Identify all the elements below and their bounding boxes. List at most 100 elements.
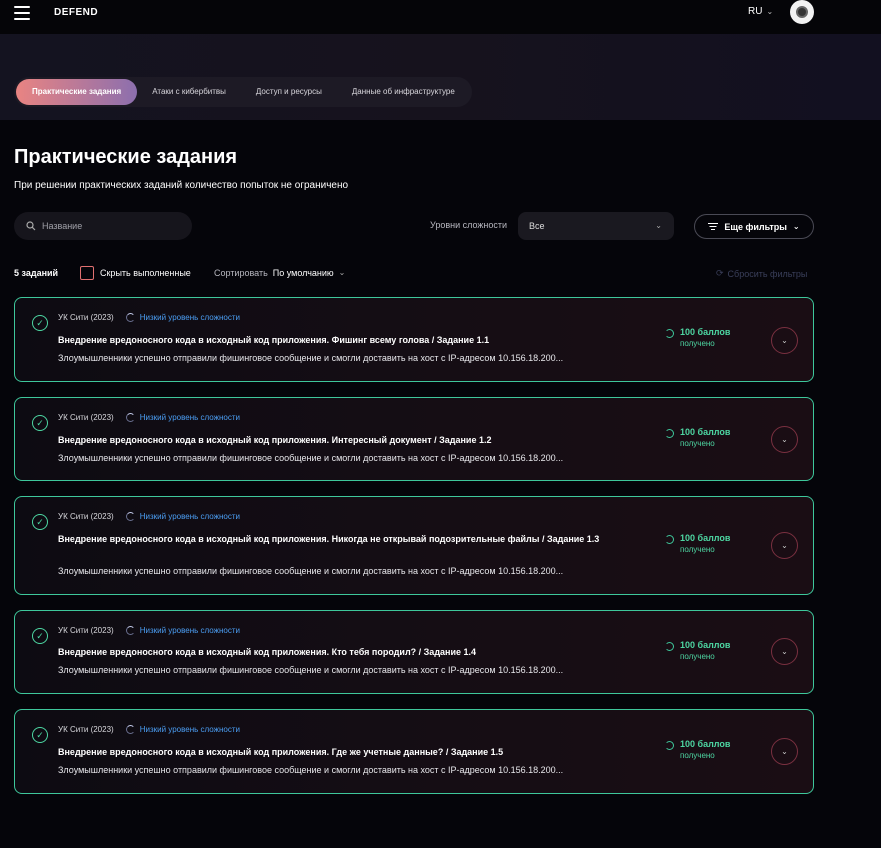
task-description: Злоумышленники успешно отправили фишинго… [58, 566, 564, 576]
task-card[interactable]: ✓ УК Сити (2023) Низкий уровень сложност… [14, 709, 814, 794]
task-difficulty: Низкий уровень сложности [125, 313, 240, 322]
difficulty-text: Низкий уровень сложности [139, 512, 240, 521]
difficulty-value: Все [529, 221, 545, 231]
chevron-down-icon: ⌄ [781, 541, 788, 550]
chevron-down-icon: ⌄ [781, 747, 788, 756]
difficulty-select[interactable]: Все ⌄ [518, 212, 674, 240]
check-circle-icon: ✓ [32, 628, 48, 644]
sort-control[interactable]: Сортировать По умолчанию ⌄ [214, 268, 345, 278]
skull-icon [796, 6, 808, 18]
task-points: 100 баллов [680, 427, 731, 437]
task-status: получено [680, 652, 715, 661]
chevron-down-icon: ⌄ [781, 336, 788, 345]
task-score: 100 баллов получено [665, 327, 730, 348]
page-title: Практические задания [14, 146, 238, 168]
task-card[interactable]: ✓ УК Сити (2023) Низкий уровень сложност… [14, 397, 814, 481]
expand-button[interactable]: ⌄ [771, 638, 798, 665]
difficulty-icon [125, 512, 135, 521]
tab-cyberbattle-attacks[interactable]: Атаки с кибербитвы [137, 79, 241, 105]
task-meta: УК Сити (2023) Низкий уровень сложности [58, 512, 240, 521]
chevron-down-icon: ⌄ [766, 7, 774, 16]
task-meta: УК Сити (2023) Низкий уровень сложности [58, 725, 240, 734]
hide-completed-toggle[interactable]: Скрыть выполненные [80, 266, 191, 280]
search-box[interactable] [14, 212, 192, 240]
task-title[interactable]: Внедрение вредоносного кода в исходный к… [58, 333, 658, 347]
tab-infrastructure-data[interactable]: Данные об инфраструктуре [337, 79, 470, 105]
task-score: 100 баллов получено [665, 533, 730, 554]
logo[interactable]: DEFEND [54, 7, 98, 18]
difficulty-icon [125, 413, 135, 422]
task-status: получено [680, 545, 715, 554]
score-icon [665, 741, 674, 750]
hide-completed-checkbox[interactable] [80, 266, 94, 280]
task-points: 100 баллов [680, 739, 731, 749]
task-score: 100 баллов получено [665, 427, 730, 448]
task-org: УК Сити (2023) [58, 313, 114, 322]
difficulty-text: Низкий уровень сложности [139, 313, 240, 322]
task-description: Злоумышленники успешно отправили фишинго… [58, 665, 564, 675]
task-points: 100 баллов [680, 640, 731, 650]
task-org: УК Сити (2023) [58, 512, 114, 521]
task-description: Злоумышленники успешно отправили фишинго… [58, 353, 564, 363]
more-filters-button[interactable]: Еще фильтры ⌄ [694, 214, 814, 239]
task-card[interactable]: ✓ УК Сити (2023) Низкий уровень сложност… [14, 297, 814, 382]
sort-value[interactable]: По умолчанию [273, 268, 334, 278]
difficulty-label: Уровни сложности [430, 220, 508, 230]
chevron-down-icon: ⌄ [792, 222, 800, 231]
task-difficulty: Низкий уровень сложности [125, 512, 240, 521]
tab-practical-tasks[interactable]: Практические задания [16, 79, 138, 105]
task-status: получено [680, 439, 715, 448]
score-icon [665, 642, 674, 651]
language-label: RU [748, 6, 763, 17]
task-score: 100 баллов получено [665, 640, 730, 661]
task-title[interactable]: Внедрение вредоносного кода в исходный к… [58, 745, 658, 759]
difficulty-icon [125, 626, 135, 635]
refresh-icon: ⟳ [716, 268, 724, 278]
score-icon [665, 429, 674, 438]
difficulty-text: Низкий уровень сложности [139, 626, 240, 635]
search-icon [26, 221, 36, 231]
task-title[interactable]: Внедрение вредоносного кода в исходный к… [58, 532, 658, 546]
expand-button[interactable]: ⌄ [771, 532, 798, 559]
task-org: УК Сити (2023) [58, 413, 114, 422]
task-card[interactable]: ✓ УК Сити (2023) Низкий уровень сложност… [14, 496, 814, 595]
task-difficulty: Низкий уровень сложности [125, 626, 240, 635]
chevron-down-icon: ⌄ [781, 435, 788, 444]
difficulty-text: Низкий уровень сложности [139, 725, 240, 734]
task-card[interactable]: ✓ УК Сити (2023) Низкий уровень сложност… [14, 610, 814, 694]
chevron-down-icon: ⌄ [655, 221, 662, 230]
task-difficulty: Низкий уровень сложности [125, 413, 240, 422]
difficulty-icon [125, 725, 135, 734]
task-org: УК Сити (2023) [58, 725, 114, 734]
search-input[interactable] [42, 221, 182, 231]
task-status: получено [680, 339, 715, 348]
task-title[interactable]: Внедрение вредоносного кода в исходный к… [58, 433, 658, 447]
tab-access-resources[interactable]: Доступ и ресурсы [241, 79, 337, 105]
difficulty-text: Низкий уровень сложности [139, 413, 240, 422]
task-title[interactable]: Внедрение вредоносного кода в исходный к… [58, 645, 658, 659]
score-icon [665, 329, 674, 338]
check-circle-icon: ✓ [32, 727, 48, 743]
more-filters-label: Еще фильтры [724, 221, 787, 232]
task-count: 5 заданий [14, 268, 59, 278]
expand-button[interactable]: ⌄ [771, 738, 798, 765]
task-meta: УК Сити (2023) Низкий уровень сложности [58, 413, 240, 422]
language-selector[interactable]: RU ⌄ [748, 6, 773, 17]
chevron-down-icon: ⌄ [781, 647, 788, 656]
page-subtitle: При решении практических заданий количес… [14, 180, 349, 191]
reset-filters-label: Сбросить фильтры [727, 268, 808, 279]
task-points: 100 баллов [680, 533, 731, 543]
task-description: Злоумышленники успешно отправили фишинго… [58, 765, 564, 775]
task-status: получено [680, 751, 715, 760]
filter-icon [708, 223, 719, 230]
expand-button[interactable]: ⌄ [771, 327, 798, 354]
menu-icon[interactable] [14, 6, 30, 20]
hide-completed-label: Скрыть выполненные [100, 268, 191, 278]
task-org: УК Сити (2023) [58, 626, 114, 635]
avatar[interactable] [790, 0, 814, 24]
score-icon [665, 535, 674, 544]
reset-filters-button[interactable]: ⟳ Сбросить фильтры [716, 268, 807, 279]
task-points: 100 баллов [680, 327, 731, 337]
expand-button[interactable]: ⌄ [771, 426, 798, 453]
check-circle-icon: ✓ [32, 415, 48, 431]
